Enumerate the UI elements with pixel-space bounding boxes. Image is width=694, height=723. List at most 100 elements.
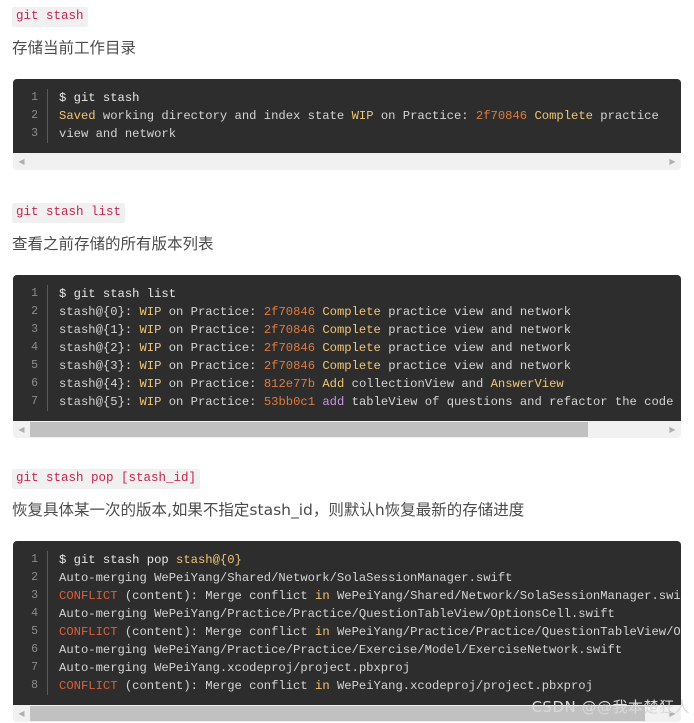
code-line: 4 stash@{2}: WIP on Practice: 2f70846 Com… xyxy=(13,339,681,357)
code-token: 2f70846 xyxy=(263,359,316,373)
section-description-0: 存储当前工作目录 xyxy=(12,39,137,57)
line-number: 2 xyxy=(31,305,38,318)
line-number: 4 xyxy=(31,607,38,620)
code-token: Complete xyxy=(322,305,381,319)
scrollbar-thumb-1[interactable] xyxy=(30,422,588,437)
line-number: 5 xyxy=(31,359,38,372)
line-number: 5 xyxy=(31,625,38,638)
scrollbar-track-2[interactable] xyxy=(30,705,664,722)
horizontal-scrollbar-0[interactable]: ◀ ▶ xyxy=(13,153,681,170)
code-token: in xyxy=(315,589,330,603)
code-lines-1: 1 $ git stash list 2 stash@{0}: WIP on Prac… xyxy=(13,275,681,421)
code-token: WePeiYang.xcodeproj/project.pbxproj xyxy=(329,679,593,693)
code-token: WIP xyxy=(139,323,162,337)
code-line-content: CONFLICT (content): Merge conflict in We… xyxy=(47,677,681,695)
code-line-content: stash@{4}: WIP on Practice: 812e77b Add … xyxy=(47,375,681,393)
code-token: CONFLICT xyxy=(59,625,118,639)
line-number: 1 xyxy=(31,91,38,104)
code-block-stash: 1 $ git stash 2 Saved working directory and… xyxy=(13,79,681,170)
code-body-0: 1 $ git stash 2 Saved working directory and… xyxy=(13,79,681,153)
line-number: 2 xyxy=(31,109,38,122)
code-line: 4 Auto-merging WePeiYang/Practice/Practic… xyxy=(13,605,681,623)
code-line: 1 $ git stash xyxy=(13,89,681,107)
code-line: 3 stash@{1}: WIP on Practice: 2f70846 Com… xyxy=(13,321,681,339)
code-body-2: 1 $ git stash pop stash@{0} 2 Auto-merging … xyxy=(13,541,681,705)
code-token: CONFLICT xyxy=(59,679,118,693)
line-number: 8 xyxy=(31,679,38,692)
code-token: WIP xyxy=(139,341,162,355)
code-token: on Practice: xyxy=(161,395,264,409)
code-token: stash@{5}: xyxy=(59,395,133,409)
scroll-right-arrow-icon[interactable]: ▶ xyxy=(664,421,681,438)
horizontal-scrollbar-1[interactable]: ◀ ▶ xyxy=(13,421,681,438)
code-token: practice xyxy=(592,109,659,123)
code-line: 1 $ git stash list xyxy=(13,285,681,303)
code-token: in xyxy=(315,625,330,639)
code-line-content: $ git stash xyxy=(47,89,681,107)
code-token: 2f70846 xyxy=(263,305,316,319)
code-token: on Practice: xyxy=(161,359,264,373)
code-line-content: $ git stash pop stash@{0} xyxy=(47,551,681,569)
code-token: practice view and network xyxy=(380,323,572,337)
code-line: 6 stash@{4}: WIP on Practice: 812e77b Add… xyxy=(13,375,681,393)
code-token: Auto-merging WePeiYang/Practice/Practice… xyxy=(59,607,615,621)
code-token: on Practice: xyxy=(161,323,264,337)
scroll-right-arrow-icon[interactable]: ▶ xyxy=(664,705,681,722)
code-token: WePeiYang/Practice/Practice/QuestionTabl… xyxy=(336,625,681,639)
code-token: $ git stash list xyxy=(59,287,177,301)
line-number: 3 xyxy=(31,127,38,140)
code-token: $ git stash pop xyxy=(59,553,177,567)
code-line: 5 CONFLICT (content): Merge conflict in W… xyxy=(13,623,681,641)
section-description-2: 恢复具体某一次的版本,如果不指定stash_id，则默认h恢复最新的存储进度 xyxy=(12,501,525,519)
code-token: add xyxy=(322,395,345,409)
code-token: Complete xyxy=(322,341,381,355)
code-token: Add xyxy=(322,377,345,391)
code-token: WIP xyxy=(139,305,162,319)
code-token: stash@{4}: xyxy=(59,377,133,391)
code-lines-2: 1 $ git stash pop stash@{0} 2 Auto-merging … xyxy=(13,541,681,705)
code-token: on Practice: xyxy=(161,305,264,319)
inline-code-git-stash: git stash xyxy=(12,7,88,27)
line-number: 3 xyxy=(31,589,38,602)
scrollbar-track-0[interactable] xyxy=(30,153,664,170)
code-token: WIP xyxy=(351,109,374,123)
code-line: 8 CONFLICT (content): Merge conflict in W… xyxy=(13,677,681,695)
scrollbar-thumb-2[interactable] xyxy=(30,706,645,721)
line-number: 4 xyxy=(31,341,38,354)
scroll-left-arrow-icon[interactable]: ◀ xyxy=(13,705,30,722)
code-line: 7 stash@{5}: WIP on Practice: 53bb0c1 add… xyxy=(13,393,681,411)
code-token: Auto-merging WePeiYang/Shared/Network/So… xyxy=(59,571,513,585)
code-token: Saved xyxy=(59,109,96,123)
section-badge-row-0: git stash xyxy=(0,6,694,27)
code-token: WIP xyxy=(139,359,162,373)
code-token: (content): Merge conflict xyxy=(117,679,315,693)
horizontal-scrollbar-2[interactable]: ◀ ▶ xyxy=(13,705,681,722)
code-token: working directory and index state xyxy=(95,109,352,123)
code-line-content: Saved working directory and index state … xyxy=(47,107,681,125)
code-token: stash@{0}: xyxy=(59,305,133,319)
code-token: 2f70846 xyxy=(263,341,316,355)
code-token: stash@{2}: xyxy=(59,341,133,355)
code-line-content: view and network xyxy=(47,125,681,143)
scroll-right-arrow-icon[interactable]: ▶ xyxy=(664,153,681,170)
scrollbar-track-1[interactable] xyxy=(30,421,664,438)
code-block-stash-pop: 1 $ git stash pop stash@{0} 2 Auto-merging … xyxy=(13,541,681,722)
code-line-content: stash@{5}: WIP on Practice: 53bb0c1 add … xyxy=(47,393,681,411)
scroll-left-arrow-icon[interactable]: ◀ xyxy=(13,421,30,438)
code-line: 5 stash@{3}: WIP on Practice: 2f70846 Com… xyxy=(13,357,681,375)
code-token: on Practice: xyxy=(161,377,264,391)
code-token: Complete xyxy=(322,359,381,373)
code-line: 3 view and network xyxy=(13,125,681,143)
code-line-content: $ git stash list xyxy=(47,285,681,303)
code-token: view and network xyxy=(59,127,177,141)
section-badge-row-2: git stash pop [stash_id] xyxy=(0,468,694,489)
code-token: stash@{3}: xyxy=(59,359,133,373)
line-number: 6 xyxy=(31,643,38,656)
scroll-left-arrow-icon[interactable]: ◀ xyxy=(13,153,30,170)
